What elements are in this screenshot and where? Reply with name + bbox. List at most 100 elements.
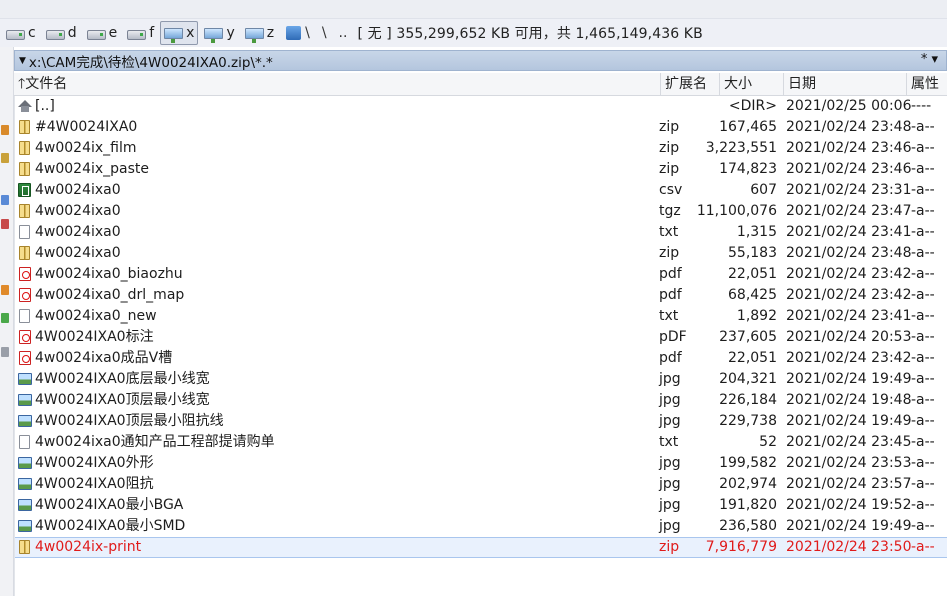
drive-button-y[interactable]: y: [200, 21, 238, 45]
tool-icon[interactable]: [1, 285, 9, 295]
file-name: 4W0024IXA0底层最小线宽: [35, 371, 210, 387]
file-attr: -a--: [911, 539, 935, 555]
drive-button-c[interactable]: c: [2, 21, 40, 45]
tool-icon[interactable]: [1, 219, 9, 229]
column-name-header[interactable]: 🡑文件名: [14, 73, 661, 95]
drive-button-e[interactable]: e: [83, 21, 122, 45]
file-size: 55,183: [728, 245, 777, 261]
txt-icon: [18, 225, 32, 240]
file-date: 2021/02/24 23:48: [786, 119, 912, 135]
file-name: 4W0024IXA0外形: [35, 455, 154, 471]
pdf-icon: [18, 351, 32, 366]
file-attr: -a--: [911, 287, 935, 303]
file-row[interactable]: 4w0024ixa0 txt 1,315 2021/02/24 23:41 -a--: [15, 222, 947, 243]
file-row[interactable]: 4W0024IXA0顶层最小阻抗线 jpg 229,738 2021/02/24 19…: [15, 411, 947, 432]
file-ext: zip: [659, 161, 680, 177]
file-row[interactable]: 4w0024ixa0成品V槽 pdf 22,051 2021/02/24 23:42-…: [15, 348, 947, 369]
hdd-icon: [86, 30, 106, 40]
file-name: 4W0024IXA0顶层最小阻抗线: [35, 413, 224, 429]
column-ext-header[interactable]: 扩展名: [661, 73, 720, 95]
file-size: 202,974: [719, 476, 777, 492]
file-date: 2021/02/24 19:49: [786, 371, 912, 387]
back-dir-button[interactable]: \: [322, 25, 327, 41]
file-row[interactable]: 4w0024ixa0通知产品工程部提请购单 txt 52 2021/02/24 23:…: [15, 432, 947, 453]
file-size: 7,916,779: [705, 539, 777, 555]
file-row[interactable]: 4W0024IXA0顶层最小线宽 jpg 226,184 2021/02/24 19:…: [15, 390, 947, 411]
tool-icon[interactable]: [1, 195, 9, 205]
file-size: 11,100,076: [696, 203, 777, 219]
file-size: 68,425: [728, 287, 777, 303]
column-attr-header[interactable]: 属性: [907, 73, 947, 95]
file-row[interactable]: 4w0024ixa0_new txt 1,892 2021/02/24 23:41 -a…: [15, 306, 947, 327]
zip-icon: [18, 204, 32, 219]
parent-dir-button[interactable]: ..: [339, 25, 348, 41]
tool-icon[interactable]: [1, 313, 9, 323]
file-ext: zip: [659, 119, 680, 135]
file-date: 2021/02/24 23:41: [786, 224, 912, 240]
path-bar[interactable]: ▼ x:\CAM完成\待检\4W0024IXA0.zip\*.* * ▾: [14, 50, 947, 71]
file-row[interactable]: 4W0024IXA0最小SMD jpg 236,580 2021/02/24 19:4…: [15, 516, 947, 537]
zip-icon: [18, 162, 32, 177]
txt-icon: [18, 309, 32, 324]
column-size-header[interactable]: 大小: [720, 73, 784, 95]
file-ext: jpg: [659, 476, 681, 492]
file-ext: jpg: [659, 371, 681, 387]
file-name: #4W0024IXA0: [35, 119, 138, 135]
file-attr: -a--: [911, 203, 935, 219]
file-row[interactable]: [..] <DIR> 2021/02/25 00:06 ----: [15, 96, 947, 117]
file-row[interactable]: #4W0024IXA0 zip 167,465 2021/02/24 23:48 -a-…: [15, 117, 947, 138]
file-date: 2021/02/24 23:57: [786, 476, 912, 492]
file-row[interactable]: 4w0024ix_film zip 3,223,551 2021/02/24 23:4…: [15, 138, 947, 159]
network-drive-icon: [244, 27, 264, 43]
file-name: 4w0024ix_paste: [35, 161, 150, 177]
network-neighborhood-icon[interactable]: [286, 26, 302, 40]
image-icon: [18, 477, 32, 492]
file-row[interactable]: 4w0024ixa0 zip 55,183 2021/02/24 23:48 -a--: [15, 243, 947, 264]
tool-icon[interactable]: [1, 347, 9, 357]
file-ext: zip: [659, 539, 680, 555]
drive-button-d[interactable]: d: [42, 21, 81, 45]
hdd-icon: [45, 30, 65, 40]
file-name: 4W0024IXA0顶层最小线宽: [35, 392, 210, 408]
file-row[interactable]: 4w0024ixa0_biaozhu pdf 22,051 2021/02/24 23…: [15, 264, 947, 285]
file-row[interactable]: 4W0024IXA0阻抗 jpg 202,974 2021/02/24 23:57 -a…: [15, 474, 947, 495]
file-ext: pdf: [659, 266, 682, 282]
free-space-info: [ 无 ] 355,299,652 KB 可用，共 1,465,149,436 …: [357, 26, 703, 42]
file-row[interactable]: 4w0024ixa0 tgz 11,100,076 2021/02/24 23:47-…: [15, 201, 947, 222]
column-date-header[interactable]: 日期: [784, 73, 907, 95]
file-date: 2021/02/24 20:53: [786, 329, 912, 345]
file-size: 199,582: [719, 455, 777, 471]
file-row[interactable]: 4w0024ixa0 csv 607 2021/02/24 23:31 -a--: [15, 180, 947, 201]
file-ext: jpg: [659, 497, 681, 513]
file-ext: txt: [659, 308, 679, 324]
drive-button-f[interactable]: f: [123, 21, 158, 45]
file-size: 204,321: [719, 371, 777, 387]
file-row[interactable]: 4w0024ix-print zip 7,916,779 2021/02/24 23:…: [15, 537, 947, 558]
filter-dropdown[interactable]: * ▾: [921, 52, 938, 67]
file-size: 229,738: [719, 413, 777, 429]
drive-letter: x: [186, 25, 195, 41]
file-name: 4w0024ixa0: [35, 182, 121, 198]
file-attr: -a--: [911, 350, 935, 366]
file-ext: txt: [659, 434, 679, 450]
root-dir-button[interactable]: \: [305, 25, 310, 41]
file-row[interactable]: 4W0024IXA0标注 pDF 237,605 2021/02/24 20:53 -a…: [15, 327, 947, 348]
path-dropdown-icon[interactable]: ▼: [19, 56, 26, 66]
file-row[interactable]: 4w0024ix_paste zip 174,823 2021/02/24 23:46…: [15, 159, 947, 180]
drive-button-x[interactable]: x: [160, 21, 199, 45]
tool-icon[interactable]: [1, 153, 9, 163]
image-icon: [18, 372, 32, 387]
file-size: 1,315: [736, 224, 777, 240]
file-date: 2021/02/24 23:45: [786, 434, 912, 450]
file-attr: -a--: [911, 518, 935, 534]
file-row[interactable]: 4W0024IXA0外形 jpg 199,582 2021/02/24 23:53 -a…: [15, 453, 947, 474]
tool-icon[interactable]: [1, 125, 9, 135]
file-name: 4w0024ixa0成品V槽: [35, 350, 173, 366]
file-attr: -a--: [911, 476, 935, 492]
file-row[interactable]: 4W0024IXA0底层最小线宽 jpg 204,321 2021/02/24 19:…: [15, 369, 947, 390]
file-row[interactable]: 4W0024IXA0最小BGA jpg 191,820 2021/02/24 19:5…: [15, 495, 947, 516]
file-row[interactable]: 4w0024ixa0_drl_map pdf 68,425 2021/02/24 23…: [15, 285, 947, 306]
file-name: 4w0024ix-print: [35, 539, 142, 555]
drive-button-z[interactable]: z: [241, 21, 278, 45]
file-ext: tgz: [659, 203, 681, 219]
